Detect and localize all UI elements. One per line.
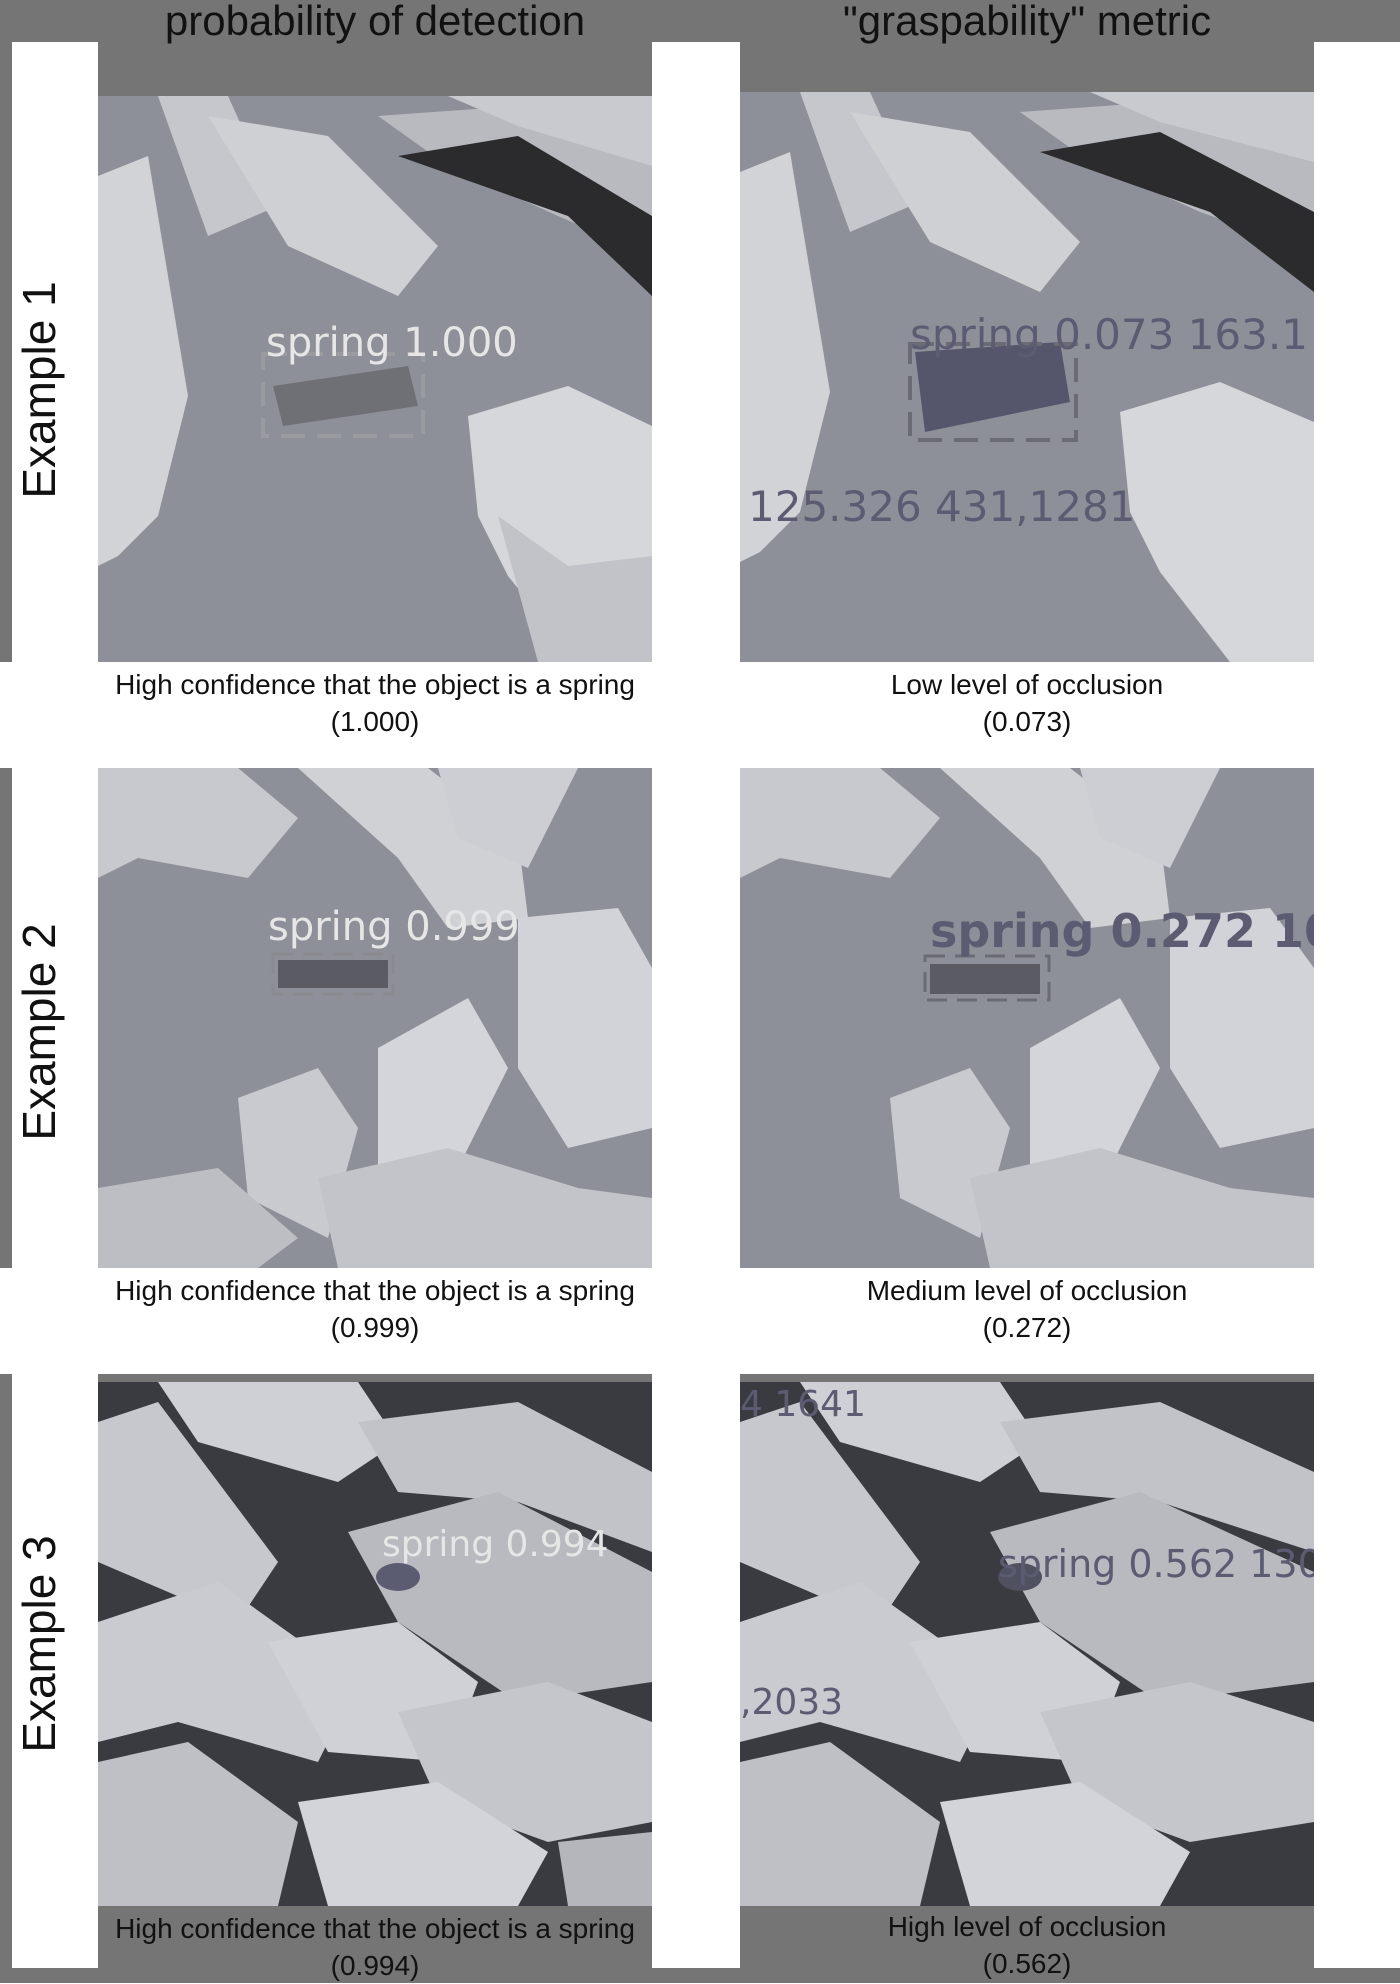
- caption-title: High level of occlusion: [887, 1911, 1167, 1942]
- caption-row2-left: High confidence that the object is a spr…: [94, 1272, 656, 1346]
- scene-image: [740, 92, 1314, 662]
- graspability-overlay-label: spring 0.272 10: [930, 904, 1314, 958]
- caption-title: High confidence that the object is a spr…: [115, 669, 635, 700]
- scene-image: [98, 96, 652, 662]
- row3-right-strip: [740, 1374, 1314, 1382]
- caption-row3-right: High level of occlusion (0.562): [740, 1908, 1314, 1982]
- caption-value: (1.000): [330, 706, 420, 737]
- caption-value: (0.999): [330, 1312, 420, 1343]
- graspability-overlay-coordinates: 125.326 431,1281: [748, 482, 1136, 531]
- detection-image-example-2: spring 0.999: [98, 768, 652, 1268]
- detection-overlay-label: spring 0.994: [382, 1524, 609, 1565]
- caption-title: Medium level of occlusion: [866, 1275, 1188, 1306]
- graspability-image-example-2: spring 0.272 10: [740, 768, 1314, 1268]
- row-label-example-2: Example 2: [13, 923, 65, 1141]
- graspability-overlay-top: 4 1641: [740, 1384, 866, 1425]
- caption-title: Low level of occlusion: [890, 669, 1164, 700]
- left-edge-strip: [0, 42, 12, 662]
- caption-title: High confidence that the object is a spr…: [115, 1913, 635, 1944]
- row-label-example-1: Example 1: [13, 281, 65, 499]
- detection-image-example-1: spring 1.000: [98, 96, 652, 662]
- detection-image-example-3: spring 0.994: [98, 1382, 652, 1906]
- caption-row1-right: Low level of occlusion (0.073): [740, 666, 1314, 740]
- row-label-example-3: Example 3: [13, 1535, 65, 1753]
- caption-row1-left: High confidence that the object is a spr…: [98, 666, 652, 740]
- right-column-title: "graspability" metric: [842, 0, 1212, 44]
- graspability-overlay-coordinates: ,2033: [740, 1682, 844, 1723]
- left-edge-strip: [0, 1374, 12, 1968]
- caption-row3-left: High confidence that the object is a spr…: [90, 1910, 660, 1984]
- graspability-overlay-label: spring 0.073 163.1: [910, 310, 1308, 359]
- left-column-title: probability of detection: [164, 0, 586, 44]
- caption-value: (0.272): [982, 1312, 1072, 1343]
- graspability-image-example-1: spring 0.073 163.1 125.326 431,1281: [740, 92, 1314, 662]
- caption-value: (0.994): [330, 1950, 420, 1981]
- caption-value: (0.562): [982, 1948, 1072, 1979]
- graspability-image-example-3: spring 0.562 130 4 1641 ,2033: [740, 1382, 1314, 1906]
- detection-overlay-label: spring 0.999: [268, 904, 520, 950]
- scene-image: [98, 768, 652, 1268]
- graspability-overlay-label: spring 0.562 130: [998, 1542, 1314, 1586]
- detection-overlay-label: spring 1.000: [266, 320, 518, 366]
- scene-image: [740, 1382, 1314, 1906]
- caption-value: (0.073): [982, 706, 1072, 737]
- row3-left-strip: [98, 1374, 652, 1382]
- caption-row2-right: Medium level of occlusion (0.272): [740, 1272, 1314, 1346]
- scene-image: [98, 1382, 652, 1906]
- left-edge-strip: [0, 768, 12, 1268]
- caption-title: High confidence that the object is a spr…: [115, 1275, 635, 1306]
- scene-image: [740, 768, 1314, 1268]
